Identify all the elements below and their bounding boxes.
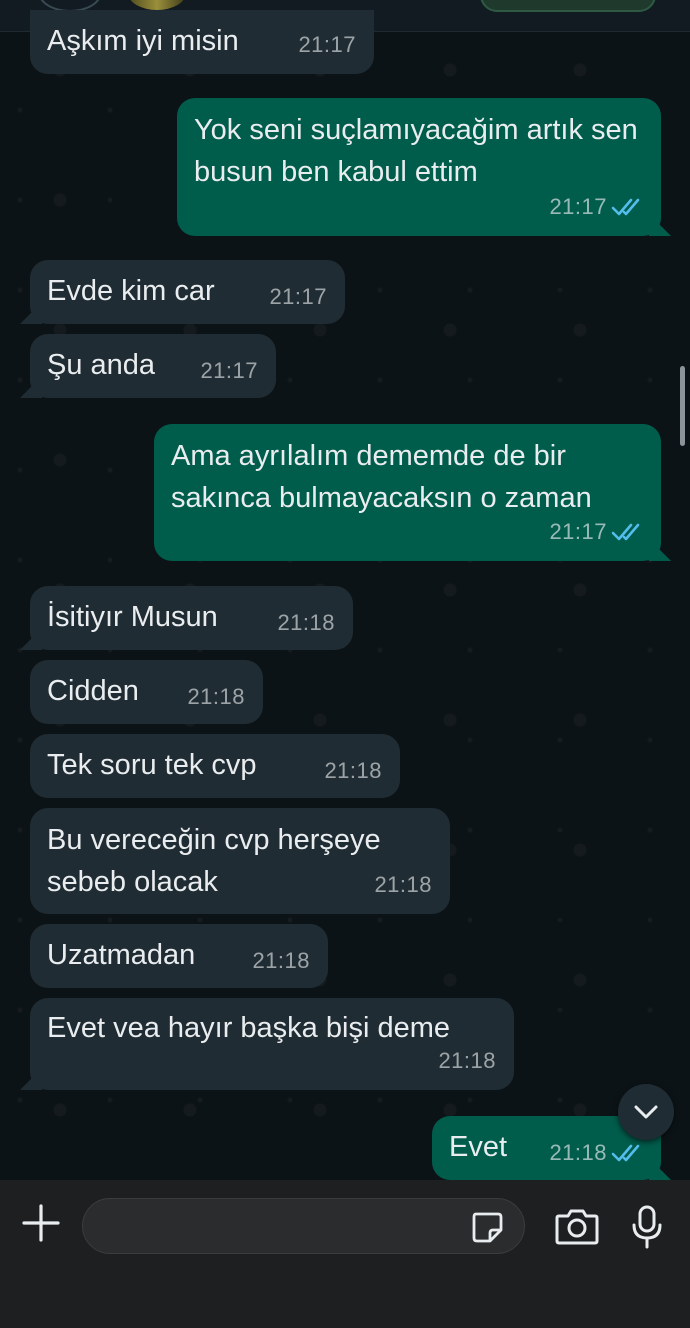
message-time: 21:17 — [549, 194, 607, 219]
message-time: 21:18 — [438, 1048, 496, 1073]
message-text: Evet vea hayır başka bişi deme — [47, 1012, 450, 1044]
message-text: Aşkım iyi misin — [47, 25, 239, 57]
call-button[interactable] — [480, 0, 656, 12]
message-incoming[interactable]: Evde kim car 21:17 — [30, 260, 345, 324]
message-time: 21:17 — [549, 519, 607, 544]
message-time: 21:17 — [269, 284, 327, 309]
message-incoming[interactable]: Tek soru tek cvp 21:18 — [30, 734, 400, 798]
chevron-down-icon — [634, 1105, 658, 1119]
message-outgoing[interactable]: Ama ayrılalım dememde de bir sakınca bul… — [154, 424, 661, 561]
message-incoming[interactable]: İsitiyır Musun 21:18 — [30, 586, 353, 650]
message-input[interactable] — [82, 1198, 525, 1254]
message-time: 21:18 — [277, 610, 335, 635]
message-outgoing[interactable]: Yok seni suçlamıyacağim artık sen busun … — [177, 98, 661, 236]
message-time: 21:18 — [324, 758, 382, 783]
message-text: İsitiyır Musun — [47, 601, 218, 633]
message-time: 21:17 — [298, 32, 356, 57]
message-text: Ama ayrılalım dememde de bir sakınca bul… — [171, 440, 592, 514]
message-text: Şu anda — [47, 349, 156, 381]
microphone-icon[interactable] — [630, 1204, 664, 1250]
message-time: 21:17 — [200, 358, 258, 383]
message-time: 21:18 — [549, 1140, 607, 1165]
double-check-icon — [611, 198, 640, 216]
message-incoming[interactable]: Bu vereceğin cvp herşeye sebeb olacak 21… — [30, 808, 450, 914]
message-text: Cidden — [47, 675, 139, 707]
scroll-to-bottom-button[interactable] — [618, 1084, 674, 1140]
message-incoming[interactable]: Aşkım iyi misin 21:17 — [30, 10, 374, 74]
scrollbar[interactable] — [680, 366, 685, 446]
plus-icon[interactable] — [20, 1202, 62, 1244]
message-incoming[interactable]: Şu anda 21:17 — [30, 334, 276, 398]
chat-screen: Aşkım iyi misin 21:17 Yok seni suçlamıya… — [0, 0, 690, 1328]
message-incoming[interactable]: Cidden 21:18 — [30, 660, 263, 724]
message-composer — [0, 1180, 690, 1328]
double-check-icon — [611, 523, 640, 541]
camera-icon[interactable] — [554, 1206, 600, 1246]
message-text: Evde kim car — [47, 275, 215, 307]
message-text: Evet — [449, 1131, 508, 1163]
contact-avatar[interactable] — [128, 0, 186, 10]
message-incoming[interactable]: Uzatmadan 21:18 — [30, 924, 328, 988]
message-text: Yok seni suçlamıyacağim artık sen busun … — [194, 114, 638, 188]
sticker-icon[interactable] — [470, 1210, 504, 1244]
message-incoming[interactable]: Evet vea hayır başka bişi deme 21:18 — [30, 998, 514, 1090]
message-time: 21:18 — [374, 872, 432, 897]
double-check-icon — [611, 1144, 640, 1162]
message-text: Uzatmadan — [47, 939, 196, 971]
message-text: Tek soru tek cvp — [47, 749, 257, 781]
message-time: 21:18 — [187, 684, 245, 709]
message-time: 21:18 — [252, 948, 310, 973]
